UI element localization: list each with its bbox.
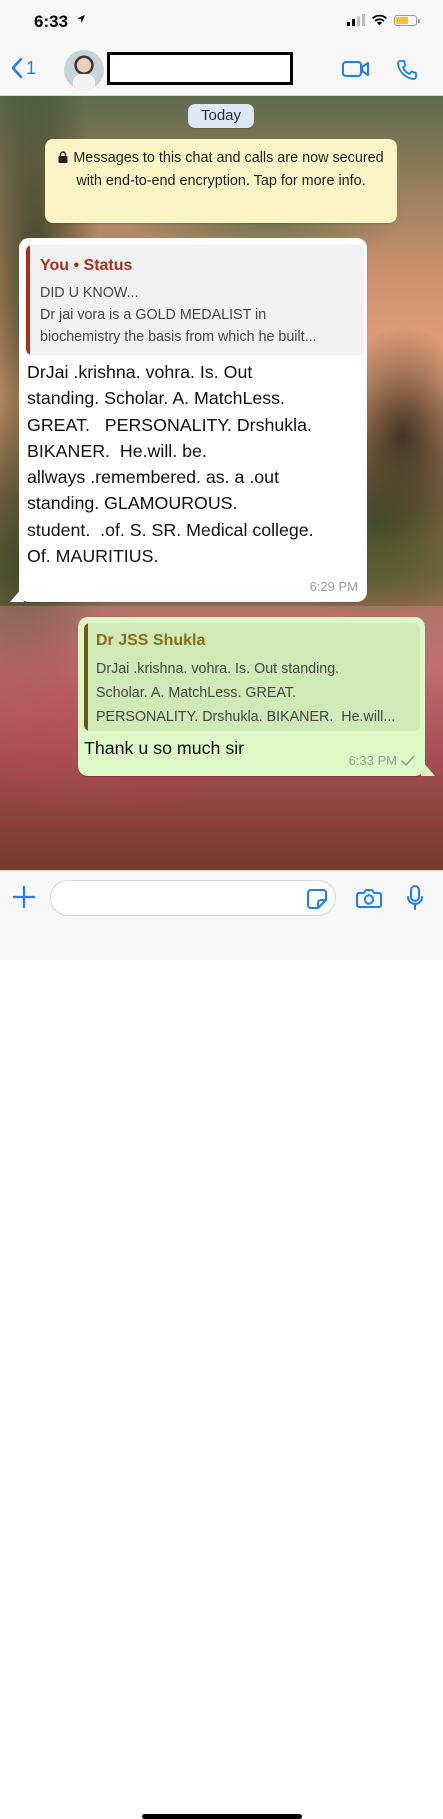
incoming-message[interactable]: You • Status DID U KNOW... Dr jai vora i… <box>19 238 367 602</box>
message-line: Of. MAURITIUS. <box>27 546 159 567</box>
quote-text: DrJai .krishna. vohra. Is. Out standing.… <box>96 657 414 729</box>
camera-icon[interactable] <box>356 887 382 909</box>
avatar[interactable] <box>64 50 104 90</box>
video-camera-icon[interactable] <box>341 58 371 80</box>
message-line: standing. GLAMOUROUS. <box>27 493 238 514</box>
quote-accent-bar <box>84 623 88 731</box>
unread-count: 1 <box>26 57 37 78</box>
encryption-notice-text: Messages to this chat and calls are now … <box>73 150 384 189</box>
plus-icon[interactable] <box>12 885 36 909</box>
outgoing-message[interactable]: Dr JSS Shukla DrJai .krishna. vohra. Is.… <box>78 617 425 776</box>
location-arrow-icon <box>77 15 85 23</box>
microphone-icon[interactable] <box>406 885 424 911</box>
quote-title: You • Status <box>40 257 133 274</box>
quote-line: biochemistry the basis from which he bui… <box>40 329 317 345</box>
quoted-status[interactable]: You • Status DID U KNOW... Dr jai vora i… <box>26 245 364 355</box>
signal-icon <box>347 14 365 26</box>
quote-line: Dr jai vora is a GOLD MEDALIST in <box>40 307 267 323</box>
quote-author: Dr JSS Shukla <box>96 632 206 649</box>
message-line: BIKANER. He.will. be. <box>27 440 207 461</box>
encryption-notice[interactable]: Messages to this chat and calls are now … <box>45 139 397 223</box>
battery-icon <box>394 14 420 26</box>
chat-header: 1 <box>0 44 443 96</box>
quote-line: Scholar. A. MatchLess. GREAT. <box>96 685 296 701</box>
delivered-check-icon <box>401 755 415 766</box>
quote-line: PERSONALITY. Drshukla. BIKANER. He.will.… <box>96 709 396 725</box>
message-line: standing. Scholar. A. MatchLess. <box>27 388 285 409</box>
sticker-icon[interactable] <box>306 888 328 910</box>
phone-icon[interactable] <box>395 58 419 82</box>
wifi-icon <box>372 14 387 26</box>
message-timestamp: 6:29 PM <box>309 579 358 594</box>
lock-icon <box>58 151 68 163</box>
back-button[interactable]: 1 <box>10 57 36 79</box>
quoted-reply[interactable]: Dr JSS Shukla DrJai .krishna. vohra. Is.… <box>84 623 420 731</box>
message-timestamp: 6:33 PM <box>348 753 397 768</box>
message-text: Thank u so much sir <box>84 738 245 758</box>
message-text: DrJai .krishna. vohra. Is. Out standing.… <box>27 359 361 569</box>
date-chip: Today <box>188 104 254 128</box>
home-indicator <box>142 1814 302 1819</box>
quote-accent-bar <box>26 245 30 355</box>
status-icons <box>347 14 420 26</box>
status-bar: 6:33 <box>0 0 443 44</box>
message-line: student. .of. S. SR. Medical college. <box>27 519 314 540</box>
status-time: 6:33 <box>34 12 69 31</box>
quote-line: DrJai .krishna. vohra. Is. Out standing. <box>96 661 340 677</box>
message-line: allways .remembered. as. a .out <box>27 467 280 488</box>
input-bar <box>0 870 443 1819</box>
contact-name[interactable] <box>107 52 293 85</box>
quote-text: DID U KNOW... Dr jai vora is a GOLD MEDA… <box>40 282 358 348</box>
message-meta: 6:33 PM <box>349 753 415 768</box>
chevron-left-icon <box>11 57 23 79</box>
quote-line: DID U KNOW... <box>40 285 139 301</box>
message-line: DrJai .krishna. vohra. Is. Out <box>27 362 253 382</box>
message-input[interactable] <box>50 880 336 916</box>
message-line: GREAT. PERSONALITY. Drshukla. <box>27 414 312 435</box>
